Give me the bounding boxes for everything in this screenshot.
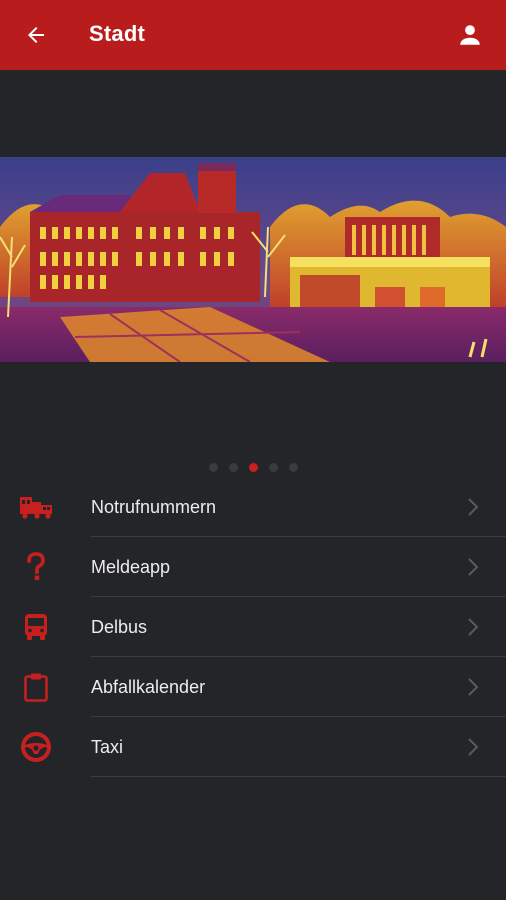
chevron-right-icon bbox=[468, 618, 479, 636]
back-button[interactable] bbox=[18, 17, 54, 53]
app-bar: Stadt bbox=[0, 0, 506, 70]
menu-item-abfallkalender[interactable]: Abfallkalender bbox=[0, 657, 506, 717]
page-title: Stadt bbox=[89, 21, 145, 46]
menu-item-label: Taxi bbox=[91, 737, 124, 757]
chevron-right-icon bbox=[468, 498, 479, 516]
chevron-right-icon bbox=[468, 738, 479, 756]
carousel-dot[interactable] bbox=[228, 463, 238, 472]
chevron-right-icon bbox=[468, 558, 479, 576]
carousel-dot[interactable] bbox=[268, 463, 278, 472]
divider bbox=[91, 776, 506, 777]
clipboard-icon bbox=[16, 669, 56, 705]
question-mark-icon bbox=[16, 549, 56, 585]
menu-item-taxi[interactable]: Taxi bbox=[0, 717, 506, 777]
carousel-dot[interactable] bbox=[208, 463, 218, 472]
banner-image bbox=[0, 157, 506, 362]
user-icon bbox=[460, 25, 480, 45]
arrow-left-icon bbox=[28, 27, 44, 43]
menu-item-notrufnummern[interactable]: Notrufnummern bbox=[0, 477, 506, 537]
emergency-vehicles-icon bbox=[16, 489, 56, 525]
carousel-dot-active[interactable] bbox=[248, 463, 258, 472]
menu-item-delbus[interactable]: Delbus bbox=[0, 597, 506, 657]
profile-button[interactable] bbox=[452, 17, 488, 53]
carousel-dot[interactable] bbox=[288, 463, 298, 472]
chevron-right-icon bbox=[468, 678, 479, 696]
steering-wheel-icon bbox=[16, 729, 56, 765]
carousel-indicators bbox=[0, 463, 506, 472]
bus-icon bbox=[16, 609, 56, 645]
menu-item-label: Abfallkalender bbox=[91, 677, 206, 697]
menu-item-label: Meldeapp bbox=[91, 557, 171, 577]
menu-item-meldeapp[interactable]: Meldeapp bbox=[0, 537, 506, 597]
image-carousel[interactable] bbox=[0, 157, 506, 362]
menu-item-label: Notrufnummern bbox=[91, 497, 217, 517]
menu-item-label: Delbus bbox=[91, 617, 148, 637]
app-screen: Stadt Notrufnummern Meldeapp Delbus Abfa… bbox=[0, 0, 506, 900]
menu-list: Notrufnummern Meldeapp Delbus Abfallkale… bbox=[0, 477, 506, 777]
